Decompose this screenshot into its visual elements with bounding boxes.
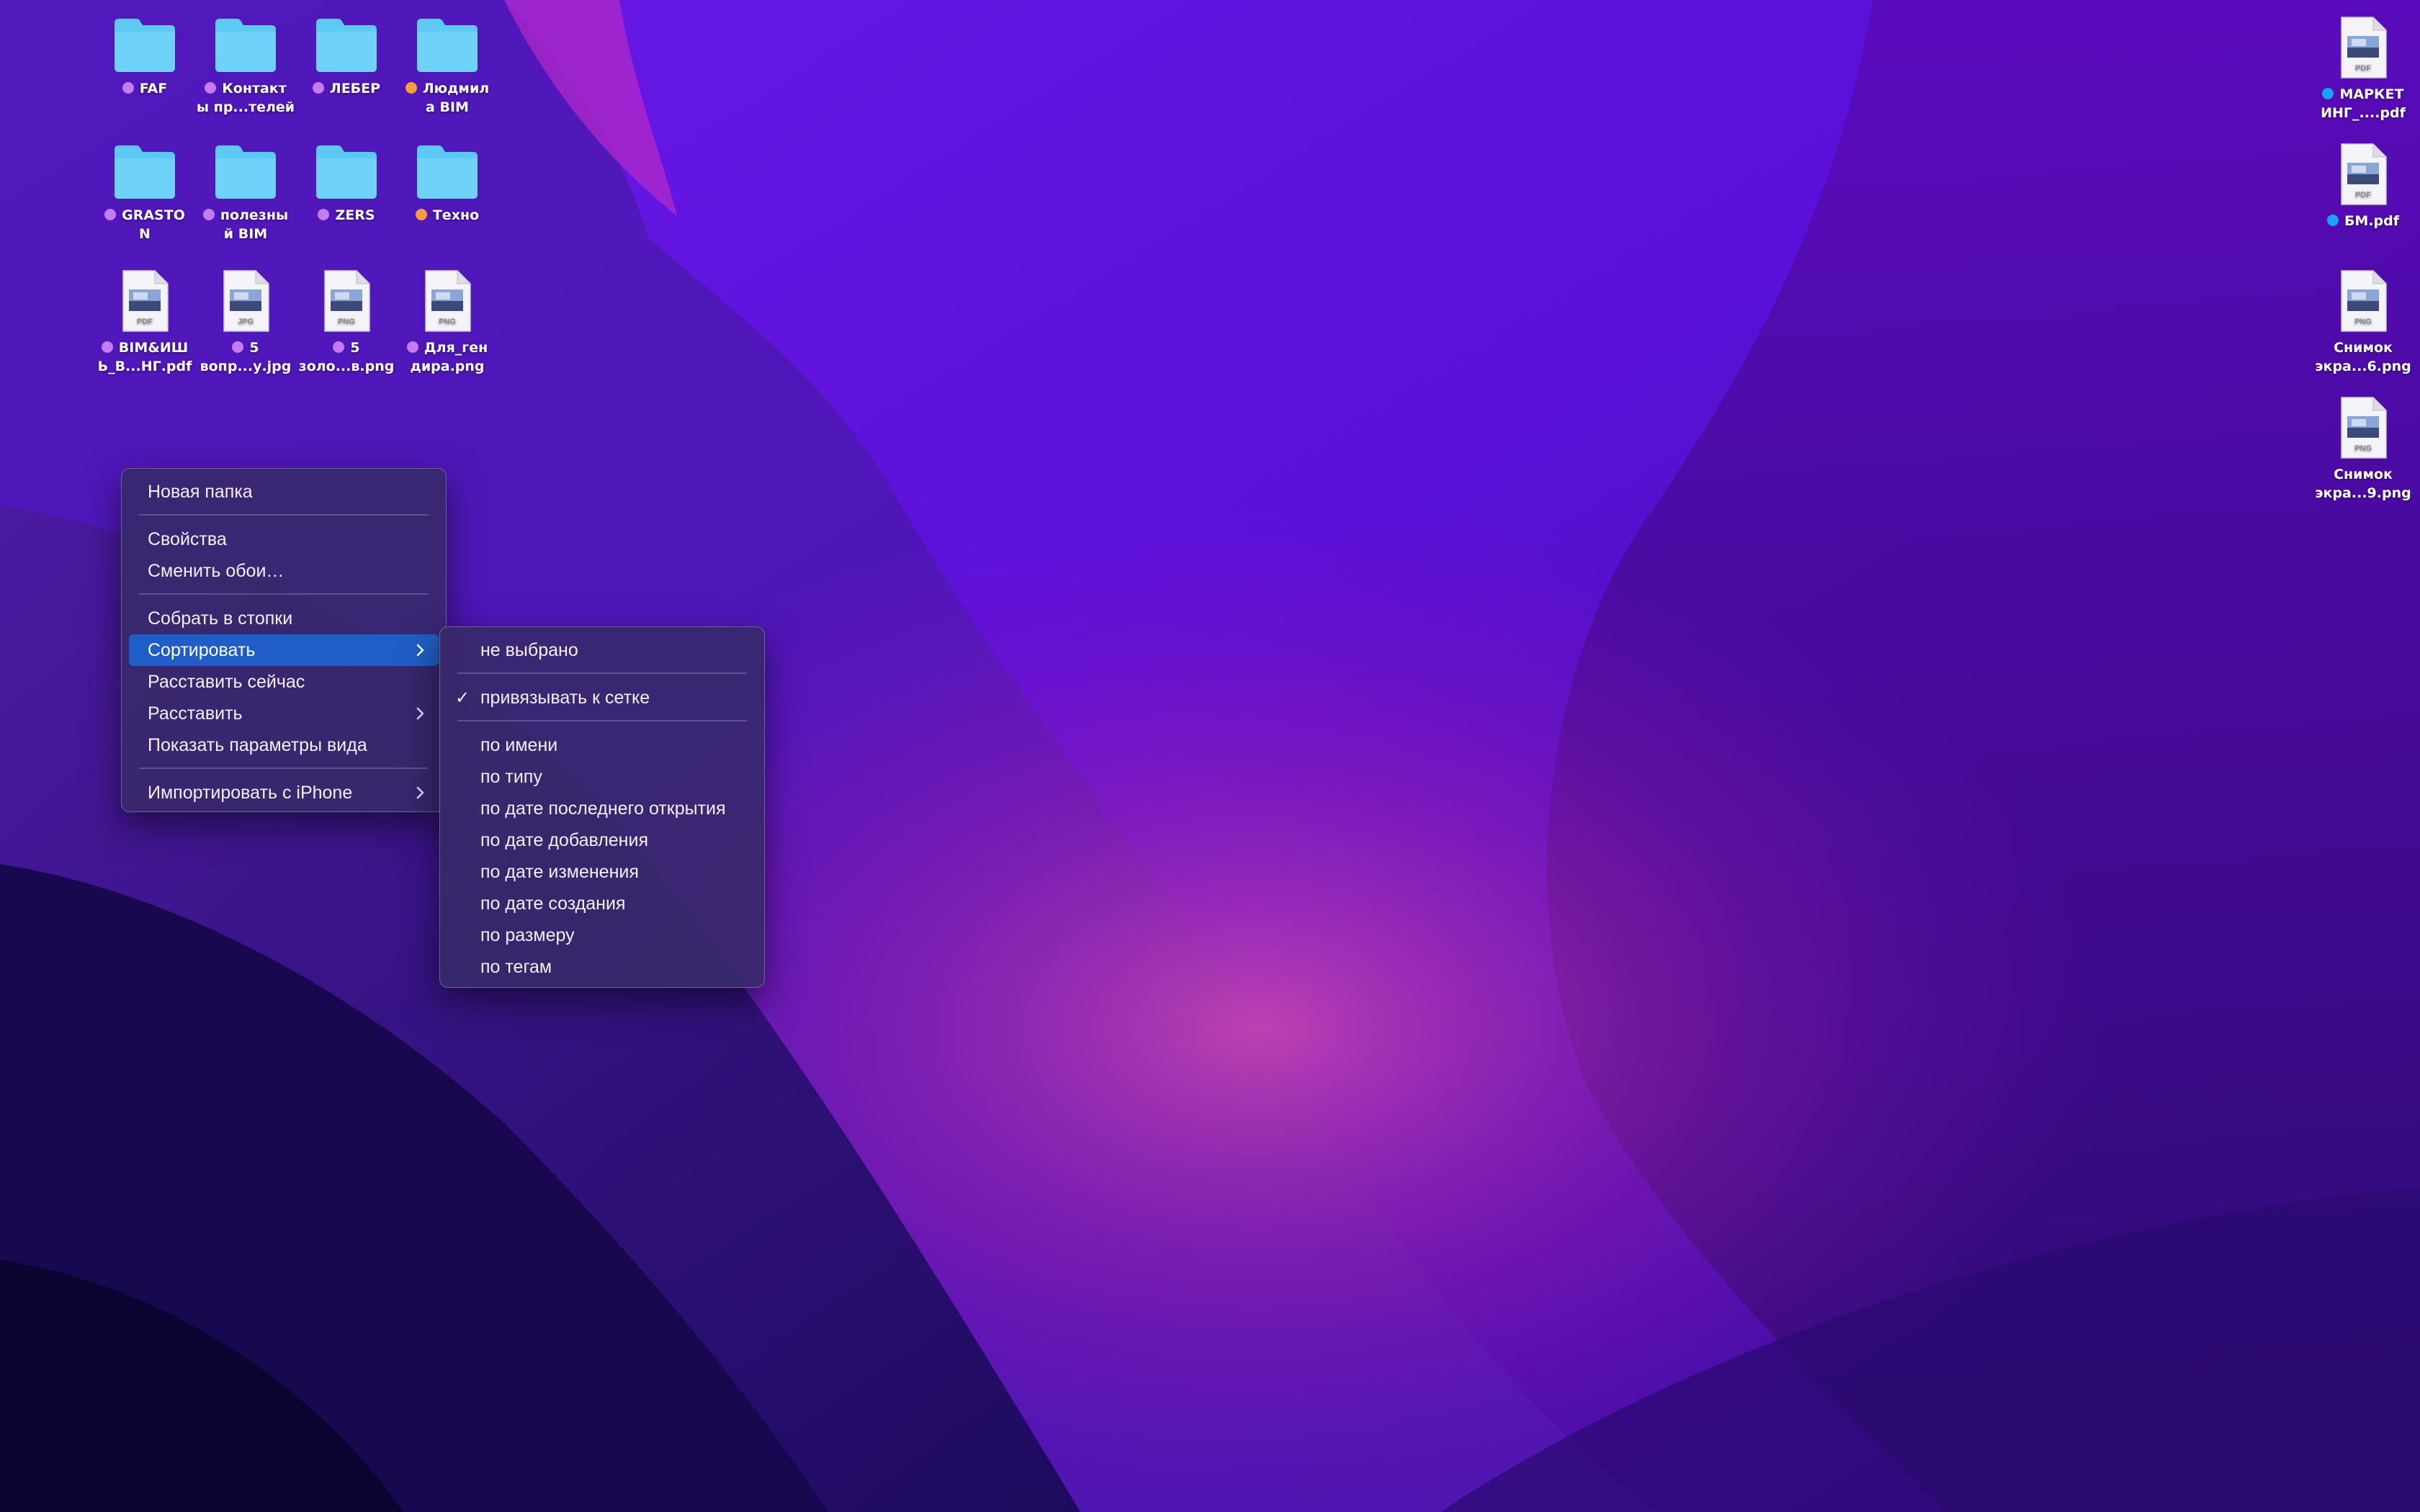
svg-text:PDF: PDF xyxy=(2355,64,2371,73)
sort-option-by-name[interactable]: по имени xyxy=(447,729,757,761)
chevron-right-icon xyxy=(416,707,424,720)
tag-dot-icon xyxy=(122,82,134,94)
desktop-item-name: Людмил а BIM xyxy=(422,81,490,115)
menu-item-label: Сортировать xyxy=(148,640,256,660)
folder-icon xyxy=(215,145,276,199)
desktop-item-name: БМ.pdf xyxy=(2344,213,2400,229)
tag-dot-icon xyxy=(406,341,418,353)
folder-icon xyxy=(417,19,478,72)
menu-item-label: привязывать к сетке xyxy=(480,688,650,708)
menu-item-new-folder[interactable]: Новая папка xyxy=(129,476,439,508)
folder-icon xyxy=(115,19,175,72)
desktop-item-name: ZERS xyxy=(335,207,375,223)
desktop-item-label: БМ.pdf xyxy=(2302,212,2420,230)
desktop-item-name: Снимок экра...9.png xyxy=(2315,467,2411,501)
svg-text:JPG: JPG xyxy=(238,318,254,326)
svg-text:PNG: PNG xyxy=(439,318,456,326)
folder-icon xyxy=(417,145,478,199)
desktop-item-label: МАРКЕТ ИНГ_....pdf xyxy=(2302,85,2420,122)
document-icon: PNG xyxy=(2341,397,2387,459)
menu-separator xyxy=(139,593,429,595)
desktop-item-name: Для_ген дира.png xyxy=(410,340,488,374)
folder-icon xyxy=(115,145,175,199)
tag-dot-icon xyxy=(2322,88,2334,99)
desktop-folder[interactable]: Техно xyxy=(386,141,508,225)
document-icon: JPG xyxy=(223,270,269,332)
desktop-folder[interactable]: Людмил а BIM xyxy=(386,14,508,117)
svg-text:PDF: PDF xyxy=(137,318,153,326)
menu-item-import-from-iphone[interactable]: Импортировать с iPhone xyxy=(129,777,439,809)
desktop-context-menu: Новая папка Свойства Сменить обои… Собра… xyxy=(121,468,447,812)
desktop-item-label: Для_ген дира.png xyxy=(386,338,508,376)
svg-text:PNG: PNG xyxy=(2354,444,2372,453)
sort-option-by-date-added[interactable]: по дате добавления xyxy=(447,824,757,856)
document-icon: PNG xyxy=(324,270,370,332)
desktop-item-name: FAF xyxy=(139,81,168,96)
sort-option-by-tags[interactable]: по тегам xyxy=(447,951,757,983)
sort-option-none[interactable]: не выбрано xyxy=(447,634,757,666)
svg-text:PDF: PDF xyxy=(2355,191,2371,199)
tag-dot-icon xyxy=(318,209,330,220)
menu-separator xyxy=(457,672,747,674)
tag-dot-icon xyxy=(104,209,117,220)
tag-dot-icon xyxy=(101,341,113,353)
desktop-item-name: 5 вопр...у.jpg xyxy=(200,340,292,374)
document-icon: PDF xyxy=(122,270,169,332)
sort-option-by-date-created[interactable]: по дате создания xyxy=(447,888,757,919)
menu-item-label: Расставить xyxy=(148,703,243,724)
desktop-item-label: Техно xyxy=(386,206,508,225)
folder-icon xyxy=(316,145,377,199)
menu-separator xyxy=(139,768,429,769)
chevron-right-icon xyxy=(416,786,424,799)
tag-dot-icon xyxy=(415,209,427,220)
menu-item-show-view-options[interactable]: Показать параметры вида xyxy=(129,729,439,761)
desktop-file[interactable]: PNG Для_ген дира.png xyxy=(386,268,508,376)
folder-icon xyxy=(215,19,276,72)
tag-dot-icon xyxy=(232,341,244,353)
menu-item-label: Импортировать с iPhone xyxy=(148,783,353,803)
menu-separator xyxy=(139,514,429,516)
menu-item-sort-by[interactable]: Сортировать xyxy=(129,634,439,666)
tag-dot-icon xyxy=(312,82,324,94)
desktop-item-name: Снимок экра...6.png xyxy=(2315,340,2411,374)
sort-submenu: не выбрано ✓ привязывать к сетке по имен… xyxy=(439,626,765,988)
desktop-item-label: Снимок экра...6.png xyxy=(2302,338,2420,376)
folder-icon xyxy=(316,19,377,72)
menu-item-properties[interactable]: Свойства xyxy=(129,523,439,555)
desktop-file[interactable]: PDF БМ.pdf xyxy=(2302,141,2420,230)
checkmark-icon: ✓ xyxy=(454,688,470,708)
desktop-item-label: Людмил а BIM xyxy=(386,79,508,117)
tag-dot-icon xyxy=(333,341,345,353)
desktop-item-label: Снимок экра...9.png xyxy=(2302,465,2420,503)
desktop-file[interactable]: PDF МАРКЕТ ИНГ_....pdf xyxy=(2302,14,2420,122)
sort-option-by-date-modified[interactable]: по дате изменения xyxy=(447,856,757,888)
menu-separator xyxy=(457,720,747,721)
sort-option-by-date-last-opened[interactable]: по дате последнего открытия xyxy=(447,793,757,824)
document-icon: PDF xyxy=(2341,17,2387,78)
desktop-item-name: полезны й BIM xyxy=(220,207,289,242)
menu-item-clean-up-by[interactable]: Расставить xyxy=(129,698,439,729)
desktop-item-name: ЛЕБЕР xyxy=(329,81,381,96)
tag-dot-icon xyxy=(405,82,417,94)
desktop-item-name: GRASTO N xyxy=(122,207,185,242)
tag-dot-icon xyxy=(202,209,215,220)
desktop-item-name: 5 золо...в.png xyxy=(298,340,395,374)
menu-item-change-wallpaper[interactable]: Сменить обои… xyxy=(129,555,439,587)
chevron-right-icon xyxy=(416,644,424,657)
desktop-item-name: Техно xyxy=(432,207,480,223)
sort-option-snap-to-grid[interactable]: ✓ привязывать к сетке xyxy=(447,682,757,714)
menu-item-use-stacks[interactable]: Собрать в стопки xyxy=(129,603,439,634)
svg-text:PNG: PNG xyxy=(338,318,355,326)
document-icon: PDF xyxy=(2341,143,2387,205)
document-icon: PNG xyxy=(2341,270,2387,332)
sort-option-by-size[interactable]: по размеру xyxy=(447,919,757,951)
desktop-file[interactable]: PNG Снимок экра...9.png xyxy=(2302,395,2420,503)
svg-text:PNG: PNG xyxy=(2354,318,2372,326)
desktop-file[interactable]: PNG Снимок экра...6.png xyxy=(2302,268,2420,376)
menu-item-clean-up[interactable]: Расставить сейчас xyxy=(129,666,439,698)
sort-option-by-kind[interactable]: по типу xyxy=(447,761,757,793)
tag-dot-icon xyxy=(2326,215,2339,226)
document-icon: PNG xyxy=(425,270,471,332)
tag-dot-icon xyxy=(205,82,217,94)
